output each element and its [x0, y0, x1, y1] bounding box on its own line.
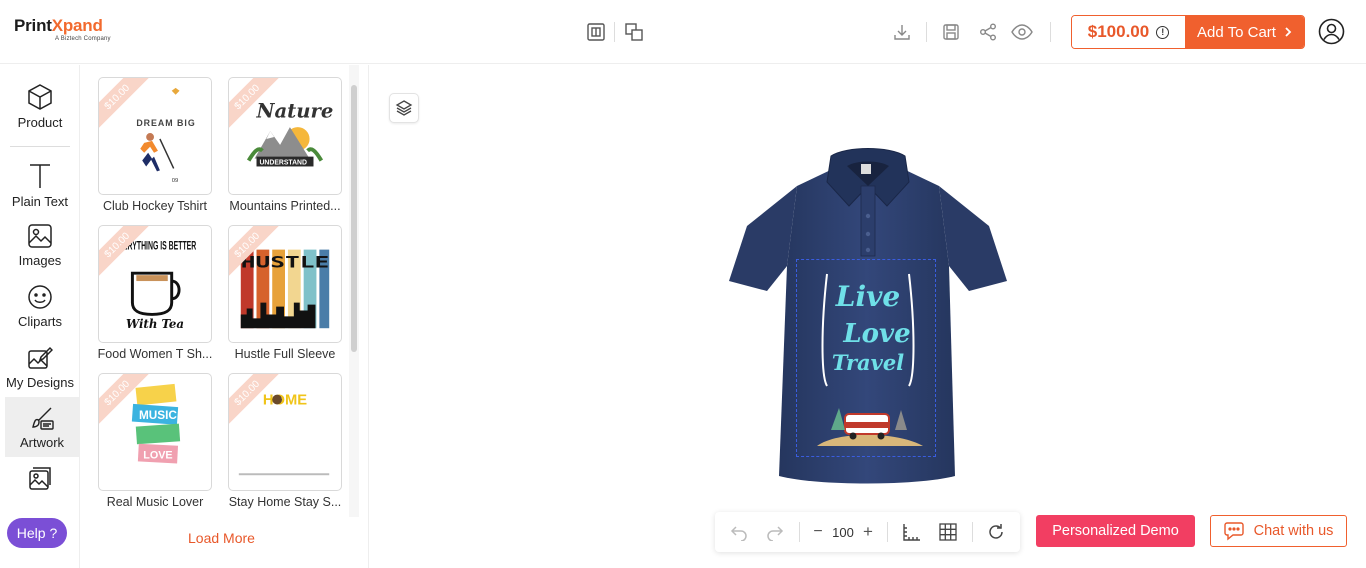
sidebar-item-label: My Designs	[6, 375, 74, 390]
artwork-brush-icon	[32, 407, 54, 430]
sidebar-divider	[10, 146, 70, 147]
toolbar-divider	[972, 522, 973, 542]
user-account-icon[interactable]	[1318, 18, 1345, 45]
header-divider	[614, 22, 615, 42]
sidebar-item-artwork[interactable]: Artwork	[5, 397, 79, 457]
artwork-card-label: Hustle Full Sleeve	[234, 347, 336, 361]
logo-xpand: Xpand	[51, 16, 103, 35]
sidebar-item-product[interactable]: Product	[0, 83, 80, 143]
chat-with-us-button[interactable]: Chat with us	[1210, 515, 1347, 547]
price-value: $100.00	[1087, 22, 1150, 41]
toolbar-divider	[887, 522, 888, 542]
sidebar-item-plain-text[interactable]: Plain Text	[0, 162, 80, 222]
sidebar-item-cliparts[interactable]: Cliparts	[0, 284, 80, 344]
personalized-demo-button[interactable]: Personalized Demo	[1036, 515, 1195, 547]
canvas-toolbar: − 100 +	[715, 512, 1020, 552]
art-text: UNDERSTAND	[259, 159, 307, 166]
artwork-card-hustle[interactable]: HUSTLE $10.00	[228, 225, 342, 343]
layers-icon	[395, 100, 413, 116]
image-icon	[28, 224, 52, 248]
artwork-card-mountains[interactable]: Nature UNDERSTAND $10.00	[228, 77, 342, 195]
sidebar-item-my-designs[interactable]: My Designs	[0, 345, 80, 405]
layers-button[interactable]	[389, 93, 419, 123]
artwork-card-label: Mountains Printed...	[229, 199, 341, 213]
header-divider	[926, 22, 927, 42]
art-text: MUSIC	[139, 409, 177, 422]
left-sidebar: Product Plain Text Images Cliparts My De…	[0, 65, 80, 568]
share-icon[interactable]	[976, 20, 1000, 44]
print-area-boundary[interactable]	[796, 259, 936, 457]
artwork-card-label: Real Music Lover	[106, 495, 204, 509]
ruler-icon[interactable]	[901, 522, 921, 542]
artwork-card-tea[interactable]: EVERYTHING IS BETTER With Tea $10.00	[98, 225, 212, 343]
art-text: 09	[172, 178, 179, 184]
save-icon[interactable]	[939, 20, 963, 44]
undo-icon[interactable]	[729, 522, 749, 542]
art-text: HOME	[263, 392, 307, 408]
sidebar-item-images[interactable]: Images	[0, 223, 80, 283]
header-divider	[1050, 22, 1051, 42]
load-more-link[interactable]: Load More	[188, 530, 255, 546]
preview-eye-icon[interactable]	[1010, 20, 1034, 44]
artwork-card-label: Stay Home Stay S...	[228, 495, 342, 509]
info-icon[interactable]: !	[1156, 25, 1170, 39]
chat-label: Chat with us	[1253, 523, 1334, 539]
align-center-icon[interactable]	[584, 20, 608, 44]
zoom-out-button[interactable]: −	[811, 522, 825, 542]
gallery-icon	[29, 467, 51, 490]
art-text: LOVE	[143, 450, 172, 462]
zoom-in-button[interactable]: +	[861, 522, 875, 542]
add-to-cart-button[interactable]: Add To Cart	[1185, 16, 1304, 48]
toolbar-divider	[799, 522, 800, 542]
grid-icon[interactable]	[938, 522, 958, 542]
art-text: HUSTLE	[241, 252, 329, 271]
smiley-icon	[28, 285, 52, 309]
artwork-card-music[interactable]: MUSIC LOVE $10.00	[98, 373, 212, 491]
price-cart-group: $100.00 ! Add To Cart	[1071, 15, 1305, 49]
sidebar-item-label: Plain Text	[11, 194, 69, 209]
chat-bubble-icon	[1223, 522, 1244, 541]
sidebar-item-gallery[interactable]	[0, 466, 80, 502]
sidebar-item-label: Artwork	[19, 435, 65, 450]
sidebar-item-label: Images	[18, 253, 62, 268]
panel-scrollbar[interactable]	[351, 85, 357, 352]
redo-icon[interactable]	[765, 522, 785, 542]
text-icon	[30, 164, 50, 188]
art-text: DREAM BIG	[136, 118, 195, 128]
my-designs-icon	[28, 346, 53, 369]
help-button[interactable]: Help ?	[7, 518, 67, 548]
sidebar-item-label: Product	[17, 115, 63, 130]
reset-icon[interactable]	[986, 522, 1006, 542]
zoom-level: 100	[832, 524, 854, 540]
logo-print: Print	[14, 16, 52, 35]
total-price[interactable]: $100.00 !	[1072, 16, 1185, 48]
artwork-card-label: Food Women T Sh...	[97, 347, 213, 361]
arrange-icon[interactable]	[622, 20, 646, 44]
download-icon[interactable]	[890, 20, 914, 44]
printxpand-logo[interactable]: PrintXpand A Biztech Company	[14, 16, 111, 42]
add-to-cart-label: Add To Cart	[1197, 23, 1276, 41]
logo-tagline: A Biztech Company	[55, 36, 111, 42]
sidebar-item-label: Cliparts	[17, 314, 63, 329]
art-text: Nature	[256, 99, 334, 122]
chevron-right-icon	[1285, 27, 1292, 37]
art-text: With Tea	[126, 317, 184, 331]
cube-icon	[28, 84, 52, 110]
artwork-card-club-hockey[interactable]: DREAM BIG 09 $10.00	[98, 77, 212, 195]
top-header: PrintXpand A Biztech Company $100.00 ! A…	[0, 0, 1366, 64]
artwork-card-home[interactable]: HOME $10.00	[228, 373, 342, 491]
artwork-card-label: Club Hockey Tshirt	[103, 199, 207, 213]
